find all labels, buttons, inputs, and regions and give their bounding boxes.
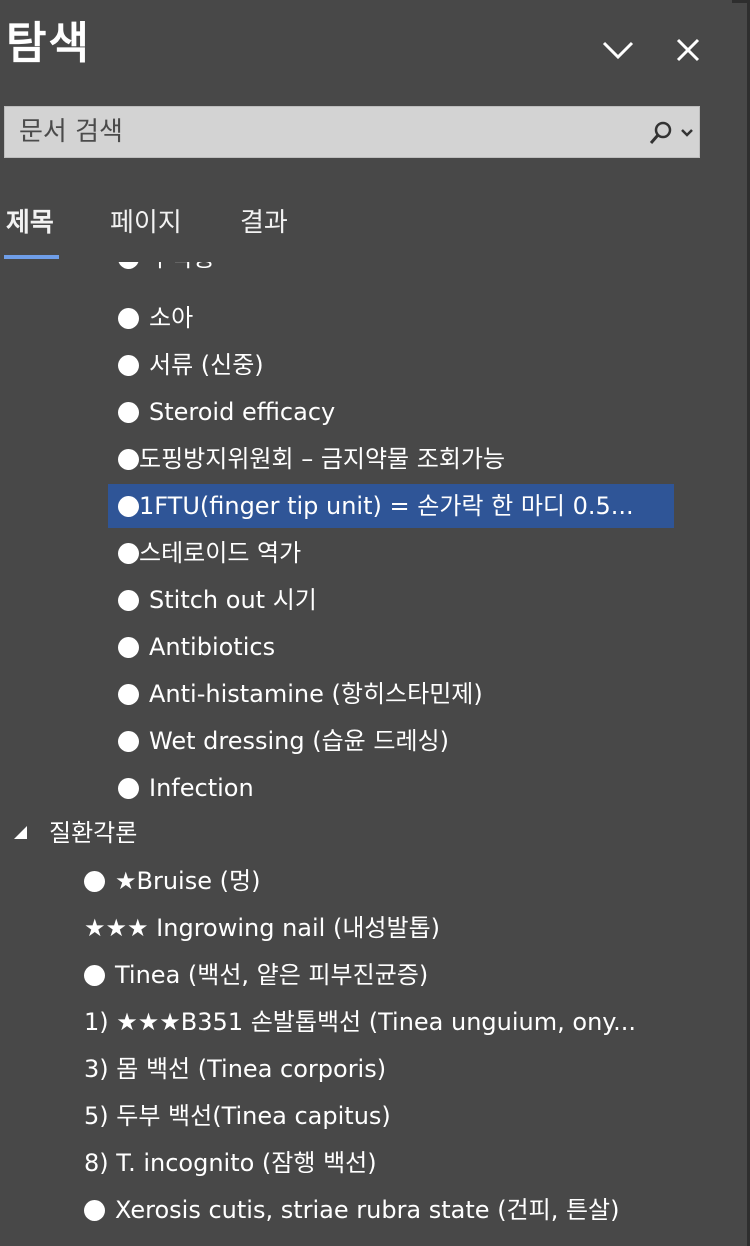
chevron-down-icon xyxy=(681,129,693,137)
heading-label: 소아 xyxy=(149,304,194,332)
heading-label: 3) 몸 백선 (Tinea corporis) xyxy=(84,1055,387,1083)
active-tab-indicator xyxy=(4,255,59,259)
bullet-icon xyxy=(118,355,139,376)
bullet-icon xyxy=(118,731,139,752)
tab-headings[interactable]: 제목 xyxy=(6,198,54,248)
heading-item[interactable]: ★★★ Ingrowing nail (내성발톱) xyxy=(84,908,440,948)
close-pane-button[interactable] xyxy=(666,28,710,72)
heading-item[interactable]: ★Bruise (멍) xyxy=(84,861,260,901)
tab-results[interactable]: 결과 xyxy=(240,198,288,248)
bullet-icon xyxy=(118,543,139,564)
heading-label: 1FTU(finger tip unit) = 손가락 한 마디 0.5... xyxy=(139,492,634,520)
heading-item-clipped[interactable]: 부작용 xyxy=(108,262,308,284)
bullet-icon xyxy=(118,496,139,517)
bullet-icon xyxy=(84,1200,105,1221)
heading-label: Xerosis cutis, striae rubra state (건피, 튼… xyxy=(115,1196,620,1224)
bullet-icon xyxy=(118,778,139,799)
heading-item[interactable]: 도핑방지위원회 – 금지약물 조회가능 xyxy=(118,439,505,479)
pane-options-button[interactable] xyxy=(596,28,640,72)
heading-item[interactable]: Steroid efficacy xyxy=(118,392,335,432)
heading-label: 도핑방지위원회 – 금지약물 조회가능 xyxy=(139,445,506,473)
heading-item[interactable]: Antibiotics xyxy=(118,627,275,667)
heading-item[interactable]: Stitch out 시기 xyxy=(118,580,317,620)
heading-label: ★★★ Ingrowing nail (내성발톱) xyxy=(84,914,441,942)
heading-item[interactable]: 5) 두부 백선(Tinea capitus) xyxy=(84,1096,391,1136)
chevron-down-icon xyxy=(602,41,634,60)
search-document-field[interactable]: 문서 검색 xyxy=(4,106,700,158)
heading-label: Steroid efficacy xyxy=(149,398,336,426)
pane-border-top xyxy=(732,0,750,3)
heading-label: Antibiotics xyxy=(149,633,276,661)
heading-item[interactable]: 8) T. incognito (잠행 백선) xyxy=(84,1143,377,1183)
heading-label: 서류 (신중) xyxy=(149,351,264,379)
search-options-button[interactable] xyxy=(643,117,699,149)
heading-label: 질환각론 xyxy=(49,819,138,847)
close-icon xyxy=(676,38,700,62)
heading-item[interactable]: 1) ★★★B351 손발톱백선 (Tinea unguium, ony... xyxy=(84,1002,636,1042)
heading-item[interactable]: 소아 xyxy=(118,298,193,338)
heading-label: 스테로이드 역가 xyxy=(139,539,302,567)
heading-item[interactable]: Infection xyxy=(118,768,254,808)
heading-label: ★Bruise (멍) xyxy=(115,867,261,895)
bullet-icon xyxy=(118,449,139,470)
heading-label: 8) T. incognito (잠행 백선) xyxy=(84,1149,377,1177)
heading-label: Anti-histamine (항히스타민제) xyxy=(149,680,483,708)
bullet-icon xyxy=(118,402,139,423)
heading-label: 5) 두부 백선(Tinea capitus) xyxy=(84,1102,391,1130)
bullet-icon xyxy=(118,262,139,269)
bullet-icon xyxy=(118,590,139,611)
bullet-icon xyxy=(84,871,105,892)
bullet-icon xyxy=(84,965,105,986)
heading-label: Wet dressing (습윤 드레싱) xyxy=(149,727,449,755)
heading-item[interactable]: Wet dressing (습윤 드레싱) xyxy=(118,721,449,761)
heading-item[interactable]: 스테로이드 역가 xyxy=(118,533,301,573)
heading-item[interactable]: 3) 몸 백선 (Tinea corporis) xyxy=(84,1049,386,1089)
heading-label: 1) ★★★B351 손발톱백선 (Tinea unguium, ony... xyxy=(84,1008,636,1036)
heading-item[interactable]: Xerosis cutis, striae rubra state (건피, 튼… xyxy=(84,1190,620,1230)
heading-section[interactable]: 질환각론 xyxy=(14,813,137,853)
collapse-triangle-icon[interactable] xyxy=(14,826,27,839)
pane-title: 탐색 xyxy=(6,18,91,69)
bullet-icon xyxy=(118,684,139,705)
heading-label: Infection xyxy=(149,774,254,802)
heading-item[interactable]: 서류 (신중) xyxy=(118,345,264,385)
heading-item[interactable]: Tinea (백선, 얕은 피부진균증) xyxy=(84,955,428,995)
heading-item-selected[interactable]: 1FTU(finger tip unit) = 손가락 한 마디 0.5... xyxy=(118,486,634,526)
navigation-pane: 탐색 문서 검색 제목 페이지 결과 부작용 소아 서류 (신중) Ster xyxy=(0,0,750,1246)
heading-label: 부작용 xyxy=(149,262,215,272)
bullet-icon xyxy=(118,308,139,329)
search-placeholder: 문서 검색 xyxy=(19,117,123,147)
tab-pages[interactable]: 페이지 xyxy=(110,198,182,248)
heading-label: Stitch out 시기 xyxy=(149,586,317,614)
heading-label: Tinea (백선, 얕은 피부진균증) xyxy=(115,961,429,989)
search-icon xyxy=(649,121,672,144)
bullet-icon xyxy=(118,637,139,658)
heading-item[interactable]: Anti-histamine (항히스타민제) xyxy=(118,674,483,714)
